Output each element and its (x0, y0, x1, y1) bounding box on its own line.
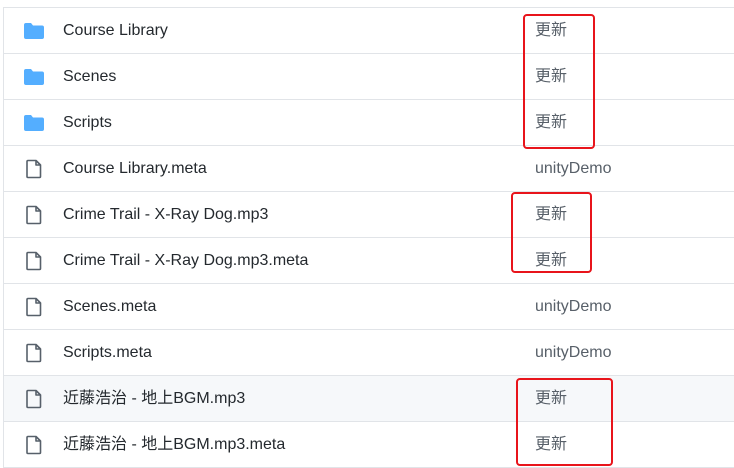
file-name[interactable]: Scenes (63, 54, 116, 100)
file-icon (23, 159, 45, 179)
file-icon (23, 389, 45, 409)
file-name[interactable]: 近藤浩治 - 地上BGM.mp3.meta (63, 422, 285, 468)
commit-message[interactable]: 更新 (535, 8, 567, 54)
file-name[interactable]: Crime Trail - X-Ray Dog.mp3 (63, 192, 268, 238)
file-row-crime-trail-mp3-meta[interactable]: Crime Trail - X-Ray Dog.mp3.meta 更新 (4, 238, 734, 284)
file-icon (23, 297, 45, 317)
commit-message[interactable]: 更新 (535, 376, 567, 422)
file-name[interactable]: Scripts.meta (63, 330, 152, 376)
file-name[interactable]: 近藤浩治 - 地上BGM.mp3 (63, 376, 245, 422)
file-row-kondo-bgm-mp3[interactable]: 近藤浩治 - 地上BGM.mp3 更新 (4, 376, 734, 422)
file-list: Course Library 更新 Scenes 更新 Scripts 更新 C… (3, 7, 734, 468)
file-icon (23, 205, 45, 225)
commit-message[interactable]: 更新 (535, 422, 567, 468)
commit-message[interactable]: 更新 (535, 54, 567, 100)
file-name[interactable]: Scenes.meta (63, 284, 156, 330)
commit-message[interactable]: 更新 (535, 192, 567, 238)
folder-icon (23, 21, 45, 41)
file-name[interactable]: Course Library.meta (63, 146, 207, 192)
file-icon (23, 343, 45, 363)
commit-message[interactable]: unityDemo (535, 330, 611, 376)
file-row-scripts-meta[interactable]: Scripts.meta unityDemo (4, 330, 734, 376)
file-row-course-library[interactable]: Course Library 更新 (4, 8, 734, 54)
file-row-scripts[interactable]: Scripts 更新 (4, 100, 734, 146)
commit-message[interactable]: unityDemo (535, 146, 611, 192)
file-icon (23, 251, 45, 271)
folder-icon (23, 67, 45, 87)
file-name[interactable]: Course Library (63, 8, 168, 54)
file-row-crime-trail-mp3[interactable]: Crime Trail - X-Ray Dog.mp3 更新 (4, 192, 734, 238)
file-row-course-library-meta[interactable]: Course Library.meta unityDemo (4, 146, 734, 192)
commit-message[interactable]: 更新 (535, 238, 567, 284)
file-name[interactable]: Crime Trail - X-Ray Dog.mp3.meta (63, 238, 308, 284)
file-row-scenes[interactable]: Scenes 更新 (4, 54, 734, 100)
file-name[interactable]: Scripts (63, 100, 112, 146)
file-row-scenes-meta[interactable]: Scenes.meta unityDemo (4, 284, 734, 330)
commit-message[interactable]: unityDemo (535, 284, 611, 330)
commit-message[interactable]: 更新 (535, 100, 567, 146)
folder-icon (23, 113, 45, 133)
file-row-kondo-bgm-mp3-meta[interactable]: 近藤浩治 - 地上BGM.mp3.meta 更新 (4, 422, 734, 468)
file-icon (23, 435, 45, 455)
